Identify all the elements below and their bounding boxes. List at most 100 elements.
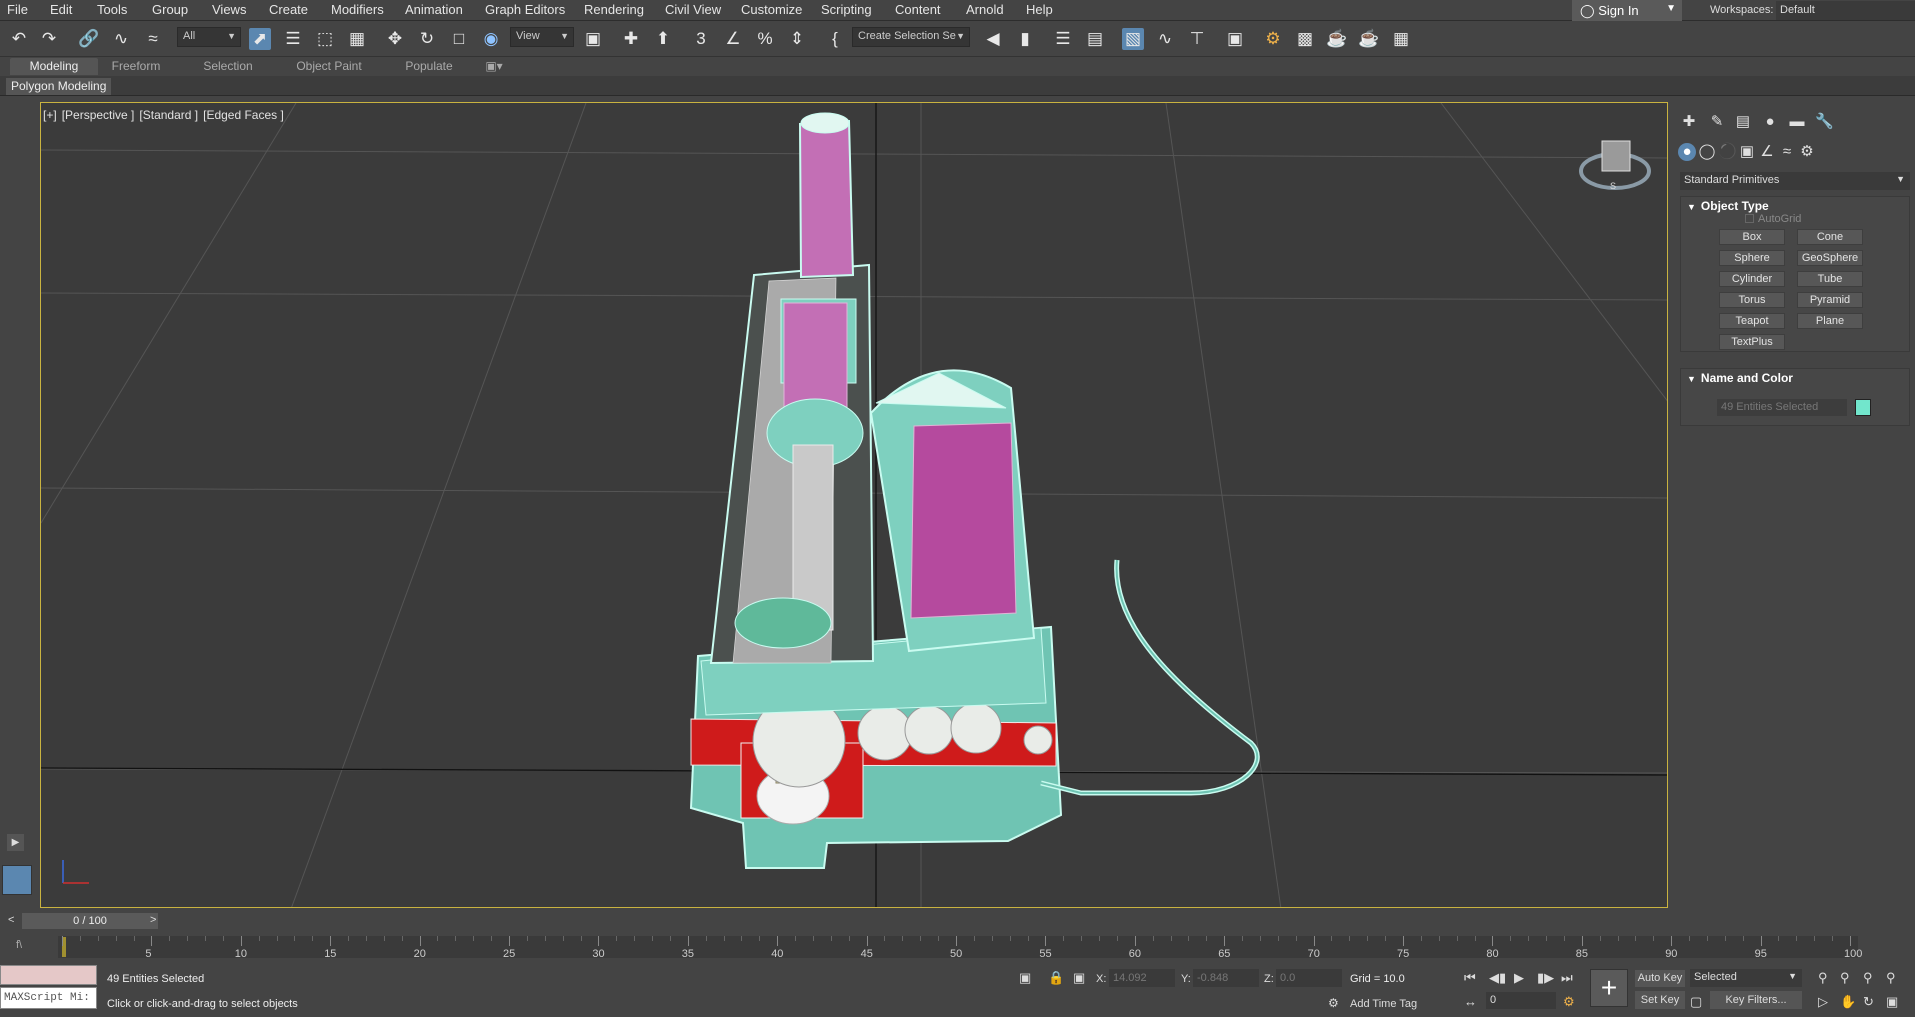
menu-help[interactable]: Help bbox=[1026, 2, 1053, 17]
sphere-button[interactable]: Sphere bbox=[1719, 250, 1785, 266]
hierarchy-panel-icon[interactable]: ▤ bbox=[1734, 113, 1752, 131]
curve-editor-icon[interactable]: ∿ bbox=[1154, 28, 1176, 50]
link-icon[interactable]: 🔗 bbox=[78, 28, 100, 50]
time-configuration-icon[interactable]: ⚙ bbox=[1563, 994, 1575, 1010]
menu-animation[interactable]: Animation bbox=[405, 2, 463, 17]
angle-snap-icon[interactable]: ∠ bbox=[722, 28, 744, 50]
helpers-icon[interactable]: ∠ bbox=[1758, 143, 1776, 161]
curve-editor-mini-icon[interactable]: f\ bbox=[16, 939, 22, 951]
expand-layout-icon[interactable]: ▶ bbox=[7, 834, 24, 851]
time-tag-icon[interactable]: ⚙ bbox=[1328, 996, 1339, 1010]
menu-file[interactable]: File bbox=[7, 2, 28, 17]
maxscript-mini-listener[interactable]: MAXScript Mi: bbox=[0, 987, 97, 1009]
z-coordinate-field[interactable]: 0.0 bbox=[1276, 969, 1342, 987]
snaps-toggle-icon[interactable]: 3 bbox=[690, 28, 712, 50]
box-button[interactable]: Box bbox=[1719, 229, 1785, 245]
tab-freeform[interactable]: Freeform bbox=[100, 58, 172, 75]
key-mode-toggle-icon[interactable]: ↔ bbox=[1464, 994, 1477, 1009]
zoom-all-icon[interactable]: ⚲ bbox=[1840, 970, 1850, 986]
field-of-view-icon[interactable]: ▷ bbox=[1818, 994, 1828, 1010]
tab-modeling[interactable]: Modeling bbox=[10, 58, 98, 75]
move-icon[interactable]: ✥ bbox=[384, 28, 406, 50]
edit-named-selection-icon[interactable]: { bbox=[824, 28, 846, 50]
schematic-view-icon[interactable]: ⊤ bbox=[1186, 28, 1208, 50]
create-panel-icon[interactable]: ✚ bbox=[1680, 113, 1698, 131]
add-time-tag-button[interactable]: Add Time Tag bbox=[1350, 998, 1417, 1010]
select-manipulate-icon[interactable]: ✚ bbox=[620, 28, 642, 50]
maximize-viewport-icon[interactable]: ▣ bbox=[1886, 994, 1898, 1010]
tube-button[interactable]: Tube bbox=[1797, 271, 1863, 287]
render-setup-icon[interactable]: ⚙ bbox=[1262, 28, 1284, 50]
select-object-icon[interactable]: ⬈ bbox=[249, 28, 271, 50]
sign-in-dropdown[interactable]: ◯ Sign In ▼ bbox=[1572, 0, 1682, 21]
keyboard-shortcut-override-icon[interactable]: ⬆ bbox=[652, 28, 674, 50]
next-key-icon[interactable]: ▮▶ bbox=[1537, 970, 1554, 986]
modify-panel-icon[interactable]: ✎ bbox=[1708, 113, 1726, 131]
menu-rendering[interactable]: Rendering bbox=[584, 2, 644, 17]
track-ruler[interactable]: 5 10 15 20 25 30 35 40 45 50 55 60 65 70 75 80 85 90 95 100 bbox=[58, 936, 1862, 960]
shapes-icon[interactable]: ◯ bbox=[1698, 143, 1716, 161]
y-coordinate-field[interactable]: -0.848 bbox=[1193, 969, 1259, 987]
geosphere-button[interactable]: GeoSphere bbox=[1797, 250, 1863, 266]
rectangular-selection-icon[interactable]: ⬚ bbox=[314, 28, 336, 50]
named-selection-dropdown[interactable]: Create Selection Se ▼ bbox=[852, 27, 970, 47]
menu-arnold[interactable]: Arnold bbox=[966, 2, 1004, 17]
rendered-frame-window-icon[interactable]: ▩ bbox=[1294, 28, 1316, 50]
current-frame-field[interactable]: 0 bbox=[1486, 992, 1556, 1009]
reference-coordinate-dropdown[interactable]: View ▼ bbox=[510, 27, 574, 47]
time-slider-thumb[interactable]: 0 / 100 bbox=[22, 913, 158, 929]
primitive-category-dropdown[interactable]: Standard Primitives ▼ bbox=[1680, 172, 1910, 190]
rotate-icon[interactable]: ↻ bbox=[416, 28, 438, 50]
perspective-viewport[interactable]: [+] [Perspective ] [Standard ] [Edged Faces… bbox=[40, 102, 1668, 908]
viewport-menu-plus[interactable]: [+] bbox=[43, 108, 57, 122]
object-type-header[interactable]: ▼ Object Type bbox=[1687, 199, 1769, 213]
object-name-field[interactable]: 49 Entities Selected bbox=[1717, 399, 1847, 416]
torus-button[interactable]: Torus bbox=[1719, 292, 1785, 308]
zoom-icon[interactable]: ⚲ bbox=[1818, 970, 1828, 986]
maxscript-listener-output[interactable] bbox=[0, 965, 97, 985]
set-key-button[interactable]: Set Key bbox=[1635, 991, 1685, 1009]
key-selection-set-dropdown[interactable]: Selected ▼ bbox=[1690, 969, 1802, 987]
cameras-icon[interactable]: ▣ bbox=[1738, 143, 1756, 161]
space-warps-icon[interactable]: ≈ bbox=[1778, 143, 1796, 161]
key-mode-icon[interactable]: ▢ bbox=[1690, 994, 1702, 1010]
workspace-dropdown[interactable]: Default bbox=[1776, 1, 1915, 20]
render-iterative-icon[interactable]: ☕ bbox=[1358, 28, 1380, 50]
menu-modifiers[interactable]: Modifiers bbox=[331, 2, 384, 17]
window-crossing-icon[interactable]: ▦ bbox=[346, 28, 368, 50]
ribbon-options-icon[interactable]: ▣▾ bbox=[480, 58, 508, 75]
viewcube[interactable]: S bbox=[1576, 133, 1654, 195]
teapot-button[interactable]: Teapot bbox=[1719, 313, 1785, 329]
tab-populate[interactable]: Populate bbox=[392, 58, 466, 75]
viewport-label[interactable]: [+] [Perspective ] [Standard ] [Edged Faces… bbox=[43, 108, 289, 122]
cone-button[interactable]: Cone bbox=[1797, 229, 1863, 245]
name-and-color-header[interactable]: ▼ Name and Color bbox=[1687, 371, 1793, 385]
viewport-layout-icon[interactable] bbox=[2, 865, 32, 895]
bind-space-warp-icon[interactable]: ≈ bbox=[142, 28, 164, 50]
layer-explorer-icon[interactable]: ☰ bbox=[1052, 28, 1074, 50]
spinner-snap-icon[interactable]: ⇕ bbox=[786, 28, 808, 50]
menu-content[interactable]: Content bbox=[895, 2, 941, 17]
cylinder-button[interactable]: Cylinder bbox=[1719, 271, 1785, 287]
zoom-extents-all-icon[interactable]: ⚲ bbox=[1886, 970, 1896, 986]
motion-panel-icon[interactable]: ● bbox=[1761, 113, 1779, 131]
play-icon[interactable]: ▶ bbox=[1514, 970, 1524, 986]
previous-key-icon[interactable]: ◀▮ bbox=[1489, 970, 1506, 986]
systems-icon[interactable]: ⚙ bbox=[1798, 143, 1816, 161]
render-production-icon[interactable]: ☕ bbox=[1326, 28, 1348, 50]
utilities-panel-icon[interactable]: 🔧 bbox=[1815, 113, 1834, 131]
absolute-mode-icon[interactable]: ▣ bbox=[1073, 970, 1085, 986]
scene-explorer-icon[interactable]: ▧ bbox=[1122, 28, 1144, 50]
display-panel-icon[interactable]: ▬ bbox=[1788, 113, 1806, 131]
menu-scripting[interactable]: Scripting bbox=[821, 2, 872, 17]
previous-frame-icon[interactable]: < bbox=[8, 914, 14, 926]
menu-tools[interactable]: Tools bbox=[97, 2, 127, 17]
lights-icon[interactable]: ⚫ bbox=[1718, 143, 1737, 161]
object-color-swatch[interactable] bbox=[1855, 399, 1871, 416]
go-to-start-icon[interactable]: ⏮ bbox=[1464, 970, 1476, 986]
viewport-shading-label[interactable]: [Standard ] bbox=[139, 108, 198, 122]
isolate-selection-icon[interactable]: ▣ bbox=[1019, 970, 1031, 986]
unlink-icon[interactable]: ∿ bbox=[110, 28, 132, 50]
select-by-name-icon[interactable]: ☰ bbox=[282, 28, 304, 50]
orbit-icon[interactable]: ↻ bbox=[1863, 994, 1874, 1010]
